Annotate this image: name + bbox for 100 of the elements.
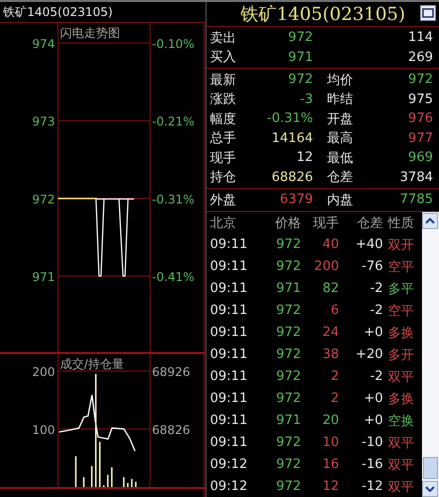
axis-label: 200 (32, 365, 55, 379)
field-label: 开盘 (326, 110, 354, 128)
scroll-up-icon[interactable] (422, 212, 438, 228)
axis-label: 971 (32, 270, 55, 284)
field-value: -3 (299, 92, 313, 107)
field-value: 269 (407, 50, 433, 65)
field-label: 幅度 (209, 110, 237, 128)
table-cell-text: 10 (321, 435, 339, 450)
axis-label: 973 (32, 114, 55, 129)
scrollbar[interactable] (422, 212, 439, 497)
field-label: 内盘 (326, 192, 354, 209)
field-label: 外盘 (209, 192, 237, 209)
table-cell-text: -2 (369, 369, 383, 384)
chart-title: 闪电走势图 (60, 26, 120, 40)
field-label: 现手 (209, 150, 237, 167)
axis-label: 972 (32, 192, 55, 206)
table-cell-text: 09:11 (209, 237, 248, 252)
field-label: 总手 (209, 130, 237, 148)
field-value: 971 (287, 50, 313, 65)
field-value: 6379 (278, 192, 313, 208)
field-value: 114 (407, 30, 433, 46)
field-value: 975 (407, 92, 433, 107)
table-cell-text: 12 (321, 479, 339, 494)
table-cell-text: 972 (275, 347, 301, 362)
chart-title: 成交/持仓量 (60, 357, 124, 371)
table-cell-text: 09:12 (209, 457, 248, 472)
field-label: 最新 (209, 72, 237, 89)
scroll-thumb[interactable] (423, 457, 438, 479)
field-value: 977 (407, 130, 433, 146)
table-cell-text: 6 (330, 303, 339, 318)
table-cell-text: 双平 (387, 368, 415, 386)
table-cell-text: 971 (275, 413, 301, 428)
table-cell-text: 82 (321, 281, 339, 296)
table-cell-text: -2 (369, 303, 383, 318)
axis-label: 68926 (152, 365, 190, 379)
table-cell-text: 38 (321, 347, 339, 362)
table-cell-text: 09:11 (209, 435, 248, 450)
table-cell-text: 双平 (387, 434, 415, 452)
table-cell-text: 多开 (387, 346, 415, 364)
table-cell-text: 24 (321, 325, 339, 340)
field-value: 972 (407, 72, 433, 88)
table-cell-text: 16 (321, 457, 339, 472)
instrument-title: 铁矿1405(023105) (240, 3, 406, 26)
table-cell-text: 972 (275, 435, 301, 450)
table-cell-text: -16 (360, 457, 383, 472)
table-cell-text: 972 (275, 479, 301, 494)
field-label: 卖出 (209, 30, 237, 47)
table-cell-text: 09:11 (209, 325, 248, 340)
field-value: -0.31% (266, 111, 313, 126)
table-cell-text: 空换 (387, 412, 415, 430)
table-cell-text: 972 (275, 391, 301, 406)
table-cell-text: +0 (362, 391, 383, 406)
table-cell-text: 09:11 (209, 391, 248, 406)
axis-label: 68826 (152, 423, 190, 437)
table-cell-text: 2 (330, 391, 339, 406)
table-cell-text: -12 (360, 479, 383, 494)
field-value: 972 (287, 72, 313, 88)
restore-button[interactable] (420, 5, 436, 21)
table-cell-text: 09:11 (209, 303, 248, 318)
column-header: 价格 (274, 214, 301, 232)
table-cell-text: 972 (275, 325, 301, 340)
table-cell-text: 2 (330, 369, 339, 384)
column-header: 性质 (386, 214, 415, 232)
field-label: 最高 (326, 130, 354, 148)
column-header: 仓差 (356, 214, 383, 232)
axis-label: 974 (32, 37, 55, 51)
table-cell-text: 972 (275, 237, 301, 252)
table-cell-text: 双平 (387, 456, 415, 474)
table-cell-text: 09:11 (209, 413, 248, 428)
table-cell-text: 09:12 (209, 479, 248, 494)
window-icon (422, 8, 434, 18)
table-cell-text: 20 (321, 413, 339, 428)
table-cell-text: 空平 (387, 258, 415, 276)
table-cell-text: 多换 (387, 324, 415, 342)
field-value: 12 (295, 150, 313, 166)
table-cell-text: 多平 (387, 280, 415, 298)
table-cell-text: 09:11 (209, 281, 248, 296)
field-value: 7785 (398, 192, 433, 208)
field-value: 14164 (270, 130, 313, 146)
axis-label: -0.10% (152, 37, 194, 51)
column-header: 北京 (209, 214, 237, 232)
scroll-down-icon[interactable] (422, 481, 438, 497)
table-cell-text: 972 (275, 303, 301, 318)
table-cell-text: 双开 (387, 236, 415, 254)
field-label: 昨结 (326, 91, 354, 108)
field-value: 3784 (398, 170, 433, 185)
field-label: 持仓 (209, 169, 237, 186)
table-cell-text: -10 (360, 435, 383, 450)
table-cell-text: +0 (362, 413, 383, 428)
table-cell-text: 40 (321, 237, 339, 252)
table-cell-text: 09:11 (209, 347, 248, 362)
field-label: 最低 (326, 150, 354, 167)
table-cell-text: 空平 (387, 302, 415, 320)
field-label: 买入 (209, 49, 237, 66)
axis-label: 100 (32, 423, 55, 437)
table-cell-text: 双平 (387, 478, 415, 496)
table-cell-text: -76 (360, 259, 383, 274)
field-value: 969 (407, 150, 433, 166)
table-cell-text: 971 (275, 281, 301, 296)
chart-title: 铁矿1405(023105) (0, 2, 205, 23)
